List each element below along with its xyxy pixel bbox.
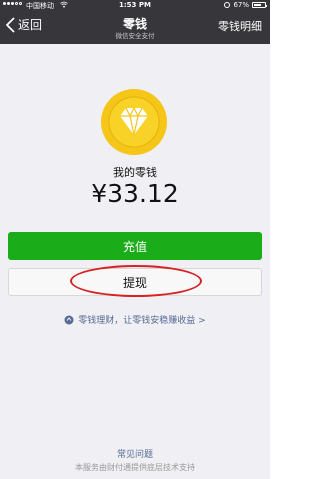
diamond-coin-icon <box>101 89 167 155</box>
finance-link-label: 零钱理财，让零钱安稳赚收益 > <box>78 316 206 326</box>
wallet-label: 我的零钱 <box>113 166 157 179</box>
status-bar: 中国移动 1:53 PM 67% <box>0 0 270 12</box>
withdraw-button[interactable]: 提现 <box>8 268 262 296</box>
finance-icon <box>64 315 74 324</box>
nav-bar: 返回 零钱 微信安全支付 零钱明细 <box>0 12 270 44</box>
battery-icon <box>252 2 267 8</box>
top-up-button[interactable]: 充值 <box>8 232 262 260</box>
battery-percent: 67% <box>233 1 249 9</box>
wallet-amount: ¥33.12 <box>91 179 179 208</box>
footer-note: 本服务由财付通提供底层技术支持 <box>75 463 195 472</box>
faq-link[interactable]: 常见问题 <box>0 447 270 460</box>
lock-icon <box>224 2 231 8</box>
finance-link[interactable]: 零钱理财，让零钱安稳赚收益 > <box>0 313 270 326</box>
top-bar: 中国移动 1:53 PM 67% 返回 零钱 微信安全支付 零钱明细 <box>0 0 270 44</box>
status-right: 67% <box>224 1 267 9</box>
details-link[interactable]: 零钱明细 <box>218 18 262 34</box>
